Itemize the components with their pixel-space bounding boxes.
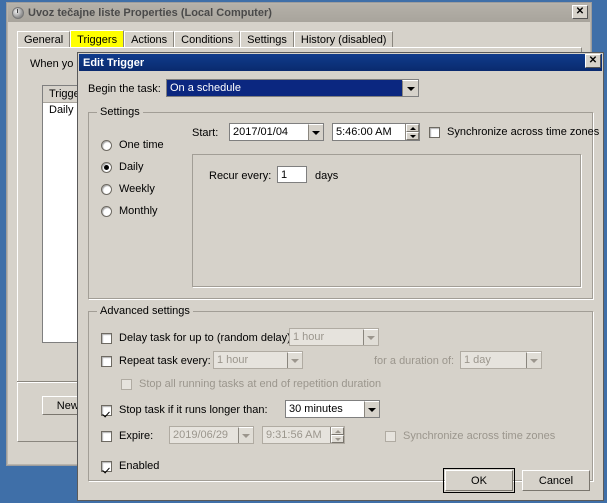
edit-trigger-dialog: Edit Trigger ✕ Begin the task: On a sche… [77, 52, 604, 501]
expire-time-spinner [330, 427, 344, 443]
recurrence-panel: Recur every: 1 days [192, 154, 581, 287]
spinner-up-icon[interactable] [406, 124, 419, 132]
begin-task-value: On a schedule [167, 80, 402, 96]
repeat-task-label: Repeat task every: [119, 355, 211, 367]
screen: Uvoz tečajne liste Properties (Local Com… [0, 0, 607, 503]
repeat-task-checkbox[interactable]: Repeat task every: [101, 355, 211, 367]
start-time-value: 5:46:00 AM [336, 126, 392, 138]
recur-every-value: 1 [281, 168, 288, 181]
expire-sync-timezones-checkbox: Synchronize across time zones [385, 430, 555, 442]
spinner-down-icon[interactable] [406, 132, 419, 140]
advanced-group-title: Advanced settings [97, 305, 193, 317]
delay-duration-select: 1 hour [289, 328, 379, 346]
stop-task-checkbox[interactable]: Stop task if it runs longer than: [101, 404, 268, 416]
radio-weekly-label: Weekly [119, 183, 155, 195]
repeat-task-box [101, 355, 112, 367]
advanced-settings-group: Advanced settings Delay task for up to (… [88, 305, 593, 481]
expire-date-value: 2019/06/29 [173, 429, 229, 441]
settings-group-title: Settings [97, 106, 143, 118]
radio-monthly[interactable]: Monthly [101, 205, 158, 217]
triggers-description: When yo [30, 58, 74, 70]
stop-task-duration-select[interactable]: 30 minutes [285, 400, 380, 418]
calendar-dropdown-icon[interactable] [308, 124, 323, 140]
start-date-value: 2017/01/04 [233, 126, 289, 138]
duration-value: 1 day [464, 354, 491, 366]
radio-daily[interactable]: Daily [101, 161, 143, 173]
ok-button[interactable]: OK [443, 468, 515, 493]
stop-all-tasks-label: Stop all running tasks at end of repetit… [139, 378, 382, 390]
radio-one-time[interactable]: One time [101, 139, 164, 151]
properties-title-bar: Uvoz tečajne liste Properties (Local Com… [8, 4, 590, 22]
radio-daily-label: Daily [119, 161, 144, 173]
settings-group: Settings One time Daily Weekly Monthly S… [88, 106, 599, 299]
radio-daily-indicator [101, 161, 112, 173]
start-date-input[interactable]: 2017/01/04 [229, 123, 324, 141]
radio-one-time-indicator [101, 139, 112, 151]
tab-history[interactable]: History (disabled) [293, 31, 394, 48]
tab-general[interactable]: General [17, 31, 71, 48]
time-spinner[interactable] [405, 124, 419, 140]
radio-monthly-label: Monthly [119, 205, 158, 217]
expire-sync-label: Synchronize across time zones [403, 430, 556, 442]
cancel-button[interactable]: Cancel [522, 470, 590, 491]
chevron-down-icon[interactable] [402, 80, 418, 96]
duration-chevron-down-icon [526, 352, 541, 368]
stop-task-duration-value: 30 minutes [289, 403, 343, 415]
tab-triggers[interactable]: Triggers [70, 30, 125, 48]
stop-all-tasks-box [121, 378, 132, 390]
delay-task-label: Delay task for up to (random delay): [119, 332, 294, 344]
dialog-close-button[interactable]: ✕ [585, 54, 601, 68]
expire-sync-box [385, 430, 396, 442]
expire-calendar-dropdown-icon [238, 427, 253, 443]
duration-select: 1 day [460, 351, 542, 369]
delay-chevron-down-icon [363, 329, 378, 345]
delay-task-checkbox[interactable]: Delay task for up to (random delay): [101, 332, 294, 344]
delay-task-box [101, 332, 112, 344]
stop-all-tasks-checkbox: Stop all running tasks at end of repetit… [121, 378, 381, 390]
sync-timezones-box [429, 126, 440, 138]
tab-settings[interactable]: Settings [240, 31, 294, 48]
repeat-chevron-down-icon [287, 352, 302, 368]
enabled-checkbox[interactable]: Enabled [101, 460, 159, 472]
start-label: Start: [192, 127, 219, 139]
stop-task-chevron-down-icon[interactable] [364, 401, 379, 417]
recur-every-input[interactable]: 1 [277, 166, 307, 183]
expire-checkbox[interactable]: Expire: [101, 430, 153, 442]
repeat-interval-value: 1 hour [217, 354, 249, 366]
repeat-interval-select: 1 hour [213, 351, 303, 369]
radio-weekly[interactable]: Weekly [101, 183, 155, 195]
sync-timezones-label: Synchronize across time zones [447, 126, 600, 138]
sync-timezones-checkbox[interactable]: Synchronize across time zones [429, 126, 599, 138]
tab-conditions[interactable]: Conditions [174, 31, 241, 48]
properties-window-title: Uvoz tečajne liste Properties (Local Com… [28, 7, 272, 19]
duration-label: for a duration of: [374, 355, 455, 367]
expire-date-input: 2019/06/29 [169, 426, 254, 444]
dialog-title-bar: Edit Trigger [79, 54, 602, 71]
recur-unit-label: days [315, 170, 339, 182]
enabled-box [101, 460, 112, 472]
expire-label: Expire: [119, 430, 154, 442]
radio-weekly-indicator [101, 183, 112, 195]
enabled-label: Enabled [119, 460, 160, 472]
properties-tab-strip: General Triggers Actions Conditions Sett… [17, 30, 582, 48]
stop-task-label: Stop task if it runs longer than: [119, 404, 268, 416]
dialog-title: Edit Trigger [83, 56, 145, 69]
tab-actions[interactable]: Actions [124, 31, 175, 48]
begin-task-select[interactable]: On a schedule [166, 79, 419, 97]
clock-icon [12, 7, 24, 19]
expire-time-value: 9:31:56 AM [266, 429, 322, 441]
expire-box [101, 430, 112, 442]
expire-time-input: 9:31:56 AM [262, 426, 345, 444]
expire-spinner-up-icon [331, 427, 344, 435]
radio-monthly-indicator [101, 205, 112, 217]
properties-close-button[interactable]: ✕ [572, 5, 588, 19]
start-time-input[interactable]: 5:46:00 AM [332, 123, 420, 141]
stop-task-box [101, 404, 112, 416]
recur-every-label: Recur every: [209, 170, 272, 182]
delay-duration-value: 1 hour [293, 331, 325, 343]
radio-one-time-label: One time [119, 139, 164, 151]
expire-spinner-down-icon [331, 435, 344, 443]
begin-task-label: Begin the task: [88, 83, 161, 95]
